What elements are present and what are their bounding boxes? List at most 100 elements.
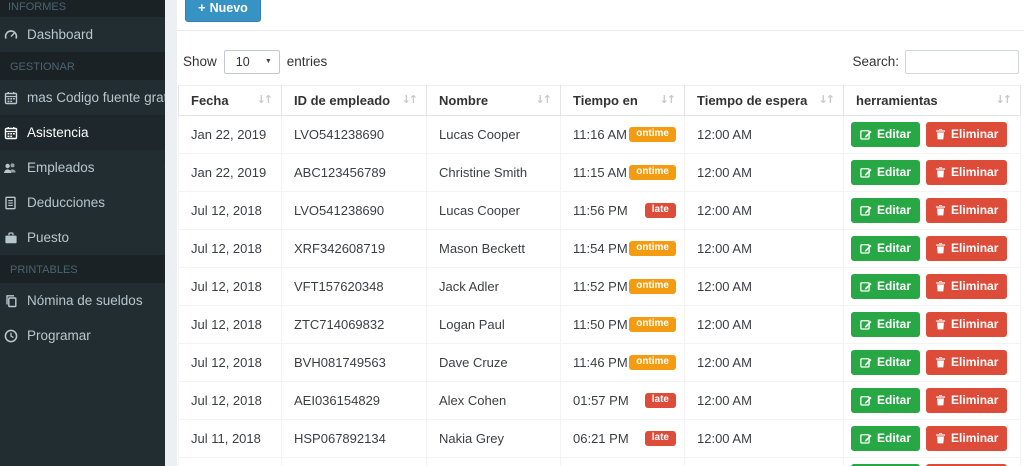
status-badge: late [644, 430, 676, 446]
sidebar-item-programar[interactable]: Programar [0, 318, 165, 353]
cell-tools: Editar Eliminar [843, 418, 1021, 458]
edit-button-label: Editar [877, 355, 912, 369]
edit-button[interactable]: Editar [851, 197, 921, 223]
sort-icon: ↓↑ [401, 92, 418, 106]
column-header-tiempo-espera[interactable]: ↓↑ Tiempo de espera [684, 84, 844, 116]
cell-date: Jul 12, 2018 [178, 228, 282, 268]
edit-icon [860, 204, 872, 216]
time-in-value: 11:46 PM [573, 354, 628, 370]
sidebar-item-label: Dashboard [27, 27, 94, 42]
calendar-icon [3, 126, 18, 140]
sidebar-item-asistencia[interactable]: Asistencia [0, 115, 165, 150]
edit-button[interactable]: Editar [851, 387, 921, 413]
column-header-nombre[interactable]: ↓↑ Nombre [426, 84, 561, 116]
delete-button[interactable]: Eliminar [926, 311, 1008, 337]
calendar-icon [3, 91, 18, 105]
cell-tools: Editar Eliminar [843, 190, 1021, 230]
edit-icon [860, 166, 872, 178]
cell-time-in: 11:52 PM ontime [560, 266, 685, 306]
delete-button-label: Eliminar [951, 165, 999, 179]
cell-time-in: 11:56 PM late [560, 190, 685, 230]
sidebar-item-mas-codigo[interactable]: mas Codigo fuente gratis [0, 80, 165, 115]
cell-date: Jul 12, 2018 [178, 380, 282, 420]
sidebar-item-dashboard[interactable]: Dashboard [0, 17, 165, 52]
cell-name: Alex Cohen [426, 380, 561, 420]
cell-time-in: 06:21 PM late [560, 418, 685, 458]
column-header-id-empleado[interactable]: ↓↑ ID de empleado [281, 84, 427, 116]
sidebar-item-label: mas Codigo fuente gratis [27, 90, 165, 105]
edit-button-label: Editar [877, 317, 912, 331]
sidebar-item-label: Programar [27, 328, 91, 343]
new-button[interactable]: + Nuevo [185, 0, 261, 22]
sort-icon: ↓↑ [535, 92, 552, 106]
cell-tools: Editar Eliminar [843, 228, 1021, 268]
search-control: Search: [852, 49, 1019, 74]
users-icon [3, 161, 18, 175]
cell-name: Christine Smith [426, 152, 561, 192]
entries-select[interactable]: 10 ▼ [223, 49, 280, 74]
edit-button[interactable]: Editar [851, 273, 921, 299]
cell-name: Logan Paul [426, 304, 561, 344]
cell-tools: Editar Eliminar [843, 380, 1021, 420]
cell-time-in: 01:57 PM late [560, 380, 685, 420]
edit-button[interactable]: Editar [851, 425, 921, 451]
cell-wait-time: 12:00 AM [684, 228, 844, 268]
cell-employee-id: LVO541238690 [281, 190, 427, 230]
edit-button[interactable]: Editar [851, 121, 921, 147]
delete-button[interactable]: Eliminar [926, 121, 1008, 147]
search-label: Search: [852, 54, 899, 69]
table-body: Jan 22, 2019 LVO541238690 Lucas Cooper 1… [178, 114, 1021, 466]
attendance-table: ↓↑ Fecha ↓↑ ID de empleado ↓↑ Nombre ↓↑ Tiem… [178, 84, 1021, 466]
cell-date: Jul 12, 2018 [178, 304, 282, 344]
edit-button[interactable]: Editar [851, 349, 921, 375]
sidebar-section-gestionar: GESTIONAR [0, 52, 165, 80]
trash-icon [935, 394, 946, 406]
cell-time-in: 11:54 PM ontime [560, 228, 685, 268]
cell-name: Lucas Cooper [426, 114, 561, 154]
edit-button-label: Editar [877, 431, 912, 445]
column-header-tiempo-en[interactable]: ↓↑ Tiempo en [560, 84, 685, 116]
delete-button-label: Eliminar [951, 393, 999, 407]
edit-button[interactable]: Editar [851, 235, 921, 261]
cell-employee-id: XRF342608719 [281, 228, 427, 268]
table-row: Jul 12, 2018 VFT157620348 Jack Adler 11:… [178, 266, 1021, 306]
status-badge: late [644, 202, 676, 218]
cell-date: Jan 22, 2019 [178, 114, 282, 154]
delete-button[interactable]: Eliminar [926, 349, 1008, 375]
sidebar-item-label: Nómina de sueldos [27, 293, 143, 308]
delete-button[interactable]: Eliminar [926, 159, 1008, 185]
caret-down-icon: ▼ [264, 58, 272, 65]
trash-icon [935, 166, 946, 178]
time-in-value: 11:15 AM [573, 164, 627, 180]
delete-button[interactable]: Eliminar [926, 197, 1008, 223]
delete-button[interactable]: Eliminar [926, 273, 1008, 299]
sort-icon: ↓↑ [995, 92, 1012, 106]
status-badge: ontime [629, 316, 676, 332]
edit-button[interactable]: Editar [851, 311, 921, 337]
delete-button[interactable]: Eliminar [926, 425, 1008, 451]
cell-wait-time: 12:00 AM [684, 114, 844, 154]
time-in-value: 11:16 AM [573, 126, 627, 142]
sort-icon: ↓↑ [256, 92, 273, 106]
edit-icon [860, 128, 872, 140]
sidebar-item-deducciones[interactable]: Deducciones [0, 185, 165, 220]
trash-icon [935, 204, 946, 216]
status-badge: ontime [629, 126, 676, 142]
sidebar-section-informes: INFORMES [0, 0, 165, 17]
cell-employee-id: VFT157620348 [281, 266, 427, 306]
sidebar-item-puesto[interactable]: Puesto [0, 220, 165, 255]
cell-employee-id: BVH081749563 [281, 342, 427, 382]
delete-button[interactable]: Eliminar [926, 235, 1008, 261]
sidebar-item-nomina[interactable]: Nómina de sueldos [0, 283, 165, 318]
column-header-herramientas[interactable]: ↓↑ herramientas [843, 84, 1021, 116]
cell-wait-time: 12:00 AM [684, 456, 844, 466]
delete-button[interactable]: Eliminar [926, 387, 1008, 413]
table-row: Jan 22, 2019 LVO541238690 Lucas Cooper 1… [178, 114, 1021, 154]
table-row: Jul 12, 2018 XRF342608719 Mason Beckett … [178, 228, 1021, 268]
cell-employee-id: LVO541238690 [281, 114, 427, 154]
sidebar-item-empleados[interactable]: Empleados ‹ [0, 150, 165, 185]
column-header-fecha[interactable]: ↓↑ Fecha [178, 84, 282, 116]
search-input[interactable] [905, 49, 1019, 74]
edit-button[interactable]: Editar [851, 159, 921, 185]
delete-button-label: Eliminar [951, 355, 999, 369]
